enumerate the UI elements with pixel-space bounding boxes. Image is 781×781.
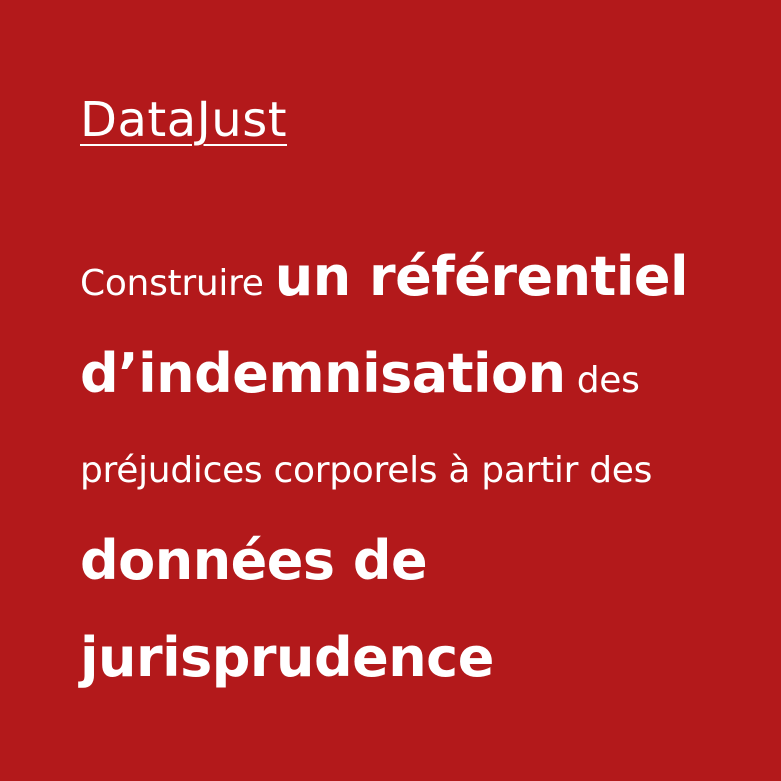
headline-statement: Construire un référentiel d’indemnisatio… — [80, 232, 760, 710]
headline-line-4: données de — [80, 516, 760, 613]
headline-indemnisation: d’indemnisation — [80, 342, 566, 405]
headline-construire: Construire — [80, 263, 275, 304]
headline-referentiel: un référentiel — [274, 245, 689, 308]
headline-prejudices: préjudices corporels à partir des — [80, 450, 653, 491]
datajust-card: DataJust Construire un référentiel d’ind… — [0, 0, 781, 781]
headline-line-5: jurisprudence — [80, 613, 760, 710]
headline-des: des — [565, 360, 640, 401]
datajust-title: DataJust — [80, 92, 288, 148]
headline-line-1: Construire un référentiel — [80, 232, 760, 329]
headline-jurisprudence: jurisprudence — [80, 626, 494, 689]
headline-donnees-de: données de — [80, 529, 428, 592]
headline-line-2: d’indemnisation des — [80, 329, 760, 426]
headline-line-3: préjudices corporels à partir des — [80, 426, 760, 516]
